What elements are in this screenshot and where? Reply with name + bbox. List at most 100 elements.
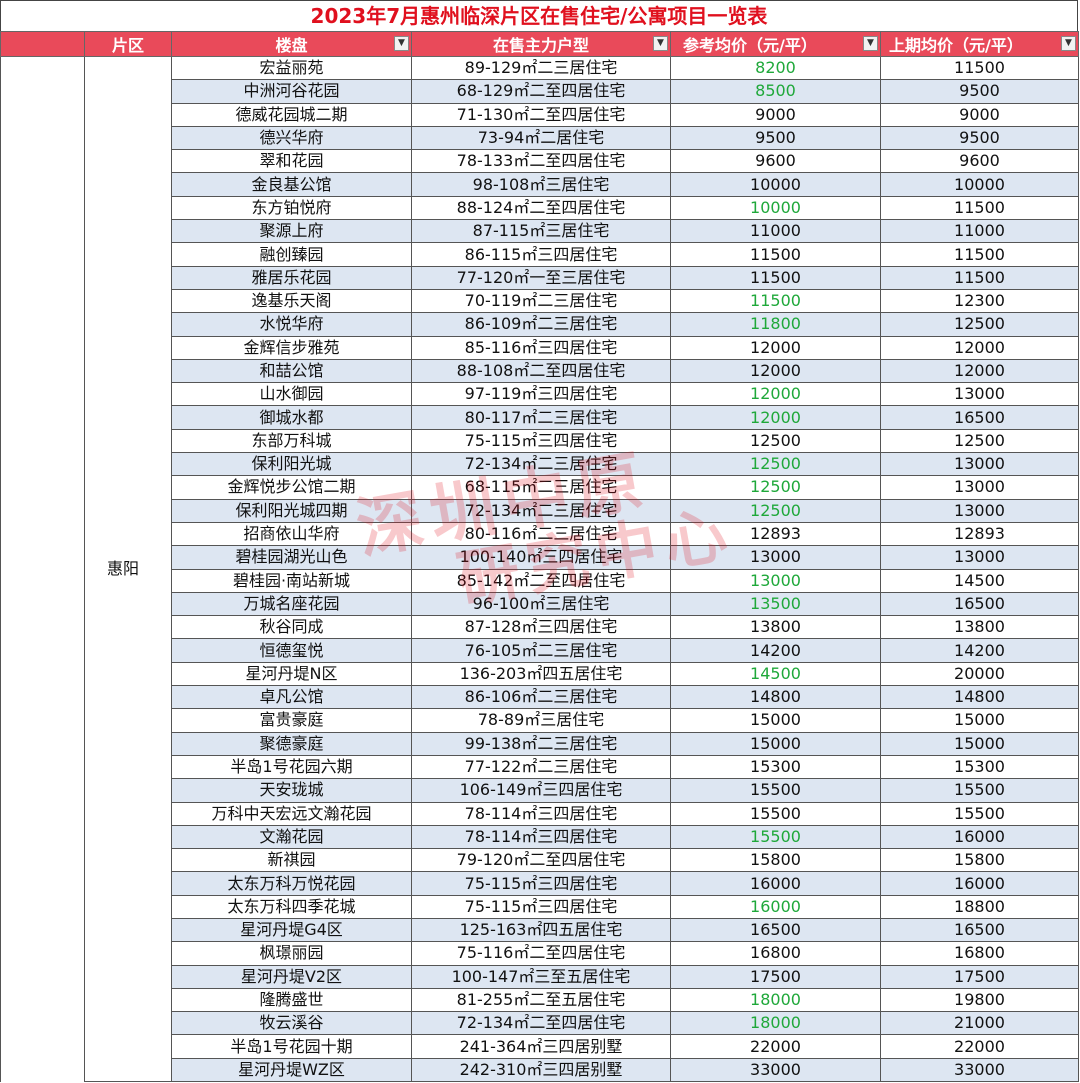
project-name-cell: 新祺园 — [171, 848, 412, 873]
ref-price-cell: 33000 — [670, 1057, 881, 1083]
blank-cell — [0, 848, 85, 872]
project-name-cell: 翠和花园 — [171, 149, 412, 174]
ref-price-cell: 15800 — [670, 848, 881, 873]
unit-type-cell: 77-122㎡二三居住宅 — [411, 754, 671, 780]
project-name-cell: 保利阳光城 — [171, 452, 412, 477]
blank-cell — [0, 312, 85, 337]
unit-type-cell: 77-120㎡一至三居住宅 — [411, 265, 671, 290]
header-project[interactable]: 楼盘 ▼ — [171, 31, 412, 57]
blank-cell — [0, 452, 85, 476]
project-name-cell: 星河丹堤V2区 — [171, 964, 412, 989]
ref-price-cell: 12500 — [670, 452, 881, 477]
blank-cell — [0, 126, 85, 150]
header-unit-type[interactable]: 在售主力户型 ▼ — [411, 31, 671, 57]
blank-cell — [0, 685, 85, 709]
prev-price-cell: 17500 — [880, 964, 1079, 989]
header-project-label: 楼盘 — [275, 36, 308, 55]
ref-price-cell: 11500 — [670, 288, 881, 314]
unit-type-cell: 78-133㎡二至四居住宅 — [411, 149, 671, 174]
unit-type-cell: 78-114㎡三四居住宅 — [411, 824, 671, 850]
project-name-cell: 文瀚花园 — [171, 824, 412, 850]
blank-cell — [0, 382, 85, 406]
ref-price-cell: 17500 — [670, 964, 881, 989]
prev-price-cell: 13000 — [880, 545, 1079, 570]
blank-cell — [0, 662, 85, 686]
project-name-cell: 天安珑城 — [171, 778, 412, 803]
prev-price-cell: 13000 — [880, 452, 1079, 477]
project-name-cell: 保利阳光城四期 — [171, 498, 412, 523]
project-name-cell: 金辉悦步公馆二期 — [171, 475, 412, 500]
project-name-cell: 碧桂园·南站新城 — [171, 568, 412, 593]
blank-cell — [0, 499, 85, 523]
blank-cell — [0, 569, 85, 593]
unit-type-cell: 75-116㎡二至四居住宅 — [411, 941, 671, 966]
unit-type-cell: 72-134㎡二至四居住宅 — [411, 1011, 671, 1036]
header-row: 片区 楼盘 ▼ 在售主力户型 ▼ 参考均价（元/平） ▼ 上期均价（元/平） ▼ — [0, 31, 1079, 57]
header-ref-price[interactable]: 参考均价（元/平） ▼ — [670, 31, 881, 57]
header-prev-price[interactable]: 上期均价（元/平） ▼ — [880, 31, 1079, 57]
ref-price-cell: 9500 — [670, 125, 881, 151]
ref-price-cell: 15000 — [670, 708, 881, 733]
unit-type-cell: 100-147㎡三至五居住宅 — [411, 964, 671, 989]
header-prev-price-label: 上期均价（元/平） — [889, 36, 1023, 55]
unit-type-cell: 70-119㎡二三居住宅 — [411, 288, 671, 314]
blank-cell — [0, 592, 85, 616]
filter-dropdown-icon[interactable]: ▼ — [1061, 36, 1076, 51]
blank-cell — [0, 172, 85, 197]
unit-type-cell: 71-130㎡二至四居住宅 — [411, 102, 671, 127]
blank-cell — [0, 359, 85, 383]
blank-cell — [0, 988, 85, 1012]
ref-price-cell: 18000 — [670, 1011, 881, 1036]
filter-dropdown-icon[interactable]: ▼ — [863, 36, 878, 51]
project-name-cell: 牧云溪谷 — [171, 1011, 412, 1036]
ref-price-cell: 16000 — [670, 871, 881, 896]
project-name-cell: 聚源上府 — [171, 219, 412, 244]
unit-type-cell: 87-128㎡三四居住宅 — [411, 615, 671, 640]
unit-type-cell: 86-115㎡三四居住宅 — [411, 242, 671, 267]
district-cell: 惠阳 — [84, 55, 172, 1083]
blank-cell — [0, 918, 85, 942]
ref-price-cell: 11500 — [670, 242, 881, 267]
table-row: 惠阳 宏益丽苑 89-129㎡二三居住宅 8200 11500 — [0, 55, 1079, 1083]
unit-type-cell: 100-140㎡三四居住宅 — [411, 545, 671, 570]
project-name-cell: 逸基乐天阁 — [171, 288, 412, 314]
unit-type-cell: 85-116㎡三四居住宅 — [411, 335, 671, 360]
ref-price-cell: 16000 — [670, 894, 881, 919]
blank-cell — [0, 405, 85, 430]
project-name-cell: 御城水都 — [171, 405, 412, 430]
project-name-cell: 融创臻园 — [171, 242, 412, 267]
filter-dropdown-icon[interactable]: ▼ — [653, 36, 668, 51]
blank-cell — [0, 871, 85, 896]
project-name-cell: 雅居乐花园 — [171, 265, 412, 290]
project-name-cell: 金辉信步雅苑 — [171, 335, 412, 360]
ref-price-cell: 15500 — [670, 801, 881, 826]
project-name-cell: 德兴华府 — [171, 125, 412, 151]
prev-price-cell: 19800 — [880, 987, 1079, 1013]
project-name-cell: 万科中天宏远文瀚花园 — [171, 801, 412, 826]
blank-cell — [0, 825, 85, 849]
project-name-cell: 碧桂园湖光山色 — [171, 545, 412, 570]
prev-price-cell: 13000 — [880, 498, 1079, 523]
unit-type-cell: 68-115㎡二三居住宅 — [411, 475, 671, 500]
project-name-cell: 富贵豪庭 — [171, 708, 412, 733]
project-name-cell: 隆腾盛世 — [171, 987, 412, 1013]
ref-price-cell: 12000 — [670, 335, 881, 360]
ref-price-cell: 11500 — [670, 265, 881, 290]
blank-cell — [0, 475, 85, 500]
blank-cell — [0, 242, 85, 267]
filter-dropdown-icon[interactable]: ▼ — [394, 36, 409, 51]
project-name-cell: 和喆公馆 — [171, 358, 412, 384]
blank-cell — [0, 336, 85, 360]
blank-cell — [0, 429, 85, 453]
prev-price-cell: 12500 — [880, 312, 1079, 337]
unit-type-cell: 98-108㎡三居住宅 — [411, 172, 671, 197]
ref-price-cell: 13000 — [670, 545, 881, 570]
ref-price-cell: 10000 — [670, 195, 881, 221]
blank-cell — [0, 941, 85, 966]
unit-type-cell: 86-106㎡二三居住宅 — [411, 685, 671, 710]
project-name-cell: 太东万科四季花城 — [171, 894, 412, 919]
header-ref-price-label: 参考均价（元/平） — [683, 36, 817, 55]
header-district: 片区 — [84, 31, 172, 57]
prev-price-cell: 11500 — [880, 242, 1079, 267]
unit-type-cell: 96-100㎡三居住宅 — [411, 591, 671, 617]
